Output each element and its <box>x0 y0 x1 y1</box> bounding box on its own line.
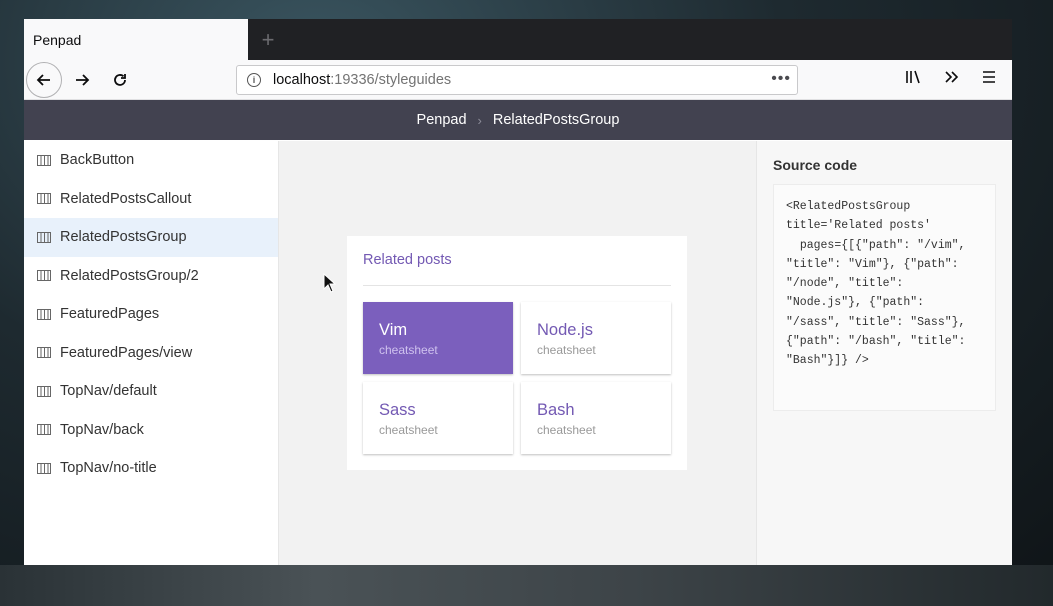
post-title: Bash <box>537 401 575 419</box>
sidebar-item-label: TopNav/no-title <box>60 460 157 477</box>
sidebar-item-label: FeaturedPages/view <box>60 344 193 361</box>
sidebar-item[interactable]: TopNav/back <box>24 411 278 450</box>
sidebar-item-label: TopNav/default <box>60 383 157 400</box>
sidebar-item[interactable]: BackButton <box>24 141 278 180</box>
related-posts-grid: Vim cheatsheet Node.js cheatsheet Sass c… <box>363 302 671 454</box>
page-actions-icon[interactable]: ••• <box>771 70 791 88</box>
component-icon <box>37 347 51 359</box>
sidebar-item-label: BackButton <box>60 152 135 169</box>
library-icon[interactable] <box>904 68 922 91</box>
post-card-node[interactable]: Node.js cheatsheet <box>521 302 671 374</box>
component-icon <box>37 193 51 205</box>
post-subtitle: cheatsheet <box>537 343 596 357</box>
arrow-left-icon <box>36 74 50 86</box>
sidebar-item-label: FeaturedPages <box>60 306 160 323</box>
post-title: Node.js <box>537 321 593 339</box>
related-posts-group: Related posts Vim cheatsheet Node.js che… <box>347 236 687 470</box>
tab-strip: Penpad + <box>24 19 1012 60</box>
post-title: Sass <box>379 401 416 419</box>
browser-window: Penpad + i localhost :19336/styleguides <box>24 19 1012 565</box>
sidebar-item-active[interactable]: RelatedPostsGroup <box>24 218 278 257</box>
sidebar-item[interactable]: FeaturedPages <box>24 295 278 334</box>
desktop-background <box>0 565 1053 606</box>
source-title: Source code <box>773 157 858 173</box>
hamburger-menu-icon[interactable] <box>980 68 998 91</box>
post-card-sass[interactable]: Sass cheatsheet <box>363 382 513 454</box>
arrow-right-icon <box>76 74 90 86</box>
sidebar-item[interactable]: RelatedPostsGroup/2 <box>24 257 278 296</box>
post-subtitle: cheatsheet <box>537 423 596 437</box>
forward-button[interactable] <box>64 62 100 98</box>
post-card-vim[interactable]: Vim cheatsheet <box>363 302 513 374</box>
component-icon <box>37 308 51 320</box>
component-icon <box>37 424 51 436</box>
mouse-cursor-icon <box>323 273 337 293</box>
sidebar-item[interactable]: RelatedPostsCallout <box>24 180 278 219</box>
post-subtitle: cheatsheet <box>379 343 438 357</box>
component-sidebar: BackButton RelatedPostsCallout RelatedPo… <box>24 141 279 565</box>
nav-bar: i localhost :19336/styleguides ••• <box>24 60 1012 100</box>
post-card-bash[interactable]: Bash cheatsheet <box>521 382 671 454</box>
component-icon <box>37 154 51 166</box>
sidebar-item-label: RelatedPostsGroup <box>60 229 187 246</box>
overflow-chevron-icon[interactable] <box>942 68 960 91</box>
post-subtitle: cheatsheet <box>379 423 438 437</box>
reload-button[interactable] <box>102 62 138 98</box>
sidebar-item-label: RelatedPostsGroup/2 <box>60 267 199 284</box>
url-host: localhost <box>273 72 331 88</box>
source-panel: Source code <RelatedPostsGroup title='Re… <box>756 141 1012 565</box>
new-tab-button[interactable]: + <box>248 19 288 60</box>
reload-icon <box>114 74 126 86</box>
preview-stage: Related posts Vim cheatsheet Node.js che… <box>279 141 756 565</box>
back-button[interactable] <box>26 62 62 98</box>
info-icon[interactable]: i <box>247 73 261 87</box>
source-code-block: <RelatedPostsGroup title='Related posts'… <box>773 184 996 411</box>
tab-penpad[interactable]: Penpad <box>24 19 248 60</box>
breadcrumb-root[interactable]: Penpad <box>417 112 467 128</box>
tab-title: Penpad <box>33 31 82 48</box>
sidebar-item[interactable]: FeaturedPages/view <box>24 334 278 373</box>
post-title: Vim <box>379 321 408 339</box>
component-icon <box>37 385 51 397</box>
sidebar-item-label: TopNav/back <box>60 421 144 438</box>
component-icon <box>37 462 51 474</box>
chevron-right-icon: › <box>477 112 482 128</box>
sidebar-item-label: RelatedPostsCallout <box>60 190 192 207</box>
sidebar-item[interactable]: TopNav/no-title <box>24 449 278 488</box>
url-path: :19336/styleguides <box>330 72 452 88</box>
plus-icon: + <box>261 26 275 52</box>
related-posts-title: Related posts <box>363 252 671 286</box>
sidebar-item[interactable]: TopNav/default <box>24 372 278 411</box>
component-icon <box>37 270 51 282</box>
breadcrumb: Penpad › RelatedPostsGroup <box>24 100 1012 140</box>
component-icon <box>37 231 51 243</box>
main-content: BackButton RelatedPostsCallout RelatedPo… <box>24 141 1012 565</box>
url-bar[interactable]: i localhost :19336/styleguides ••• <box>236 65 798 95</box>
breadcrumb-current: RelatedPostsGroup <box>492 112 620 128</box>
